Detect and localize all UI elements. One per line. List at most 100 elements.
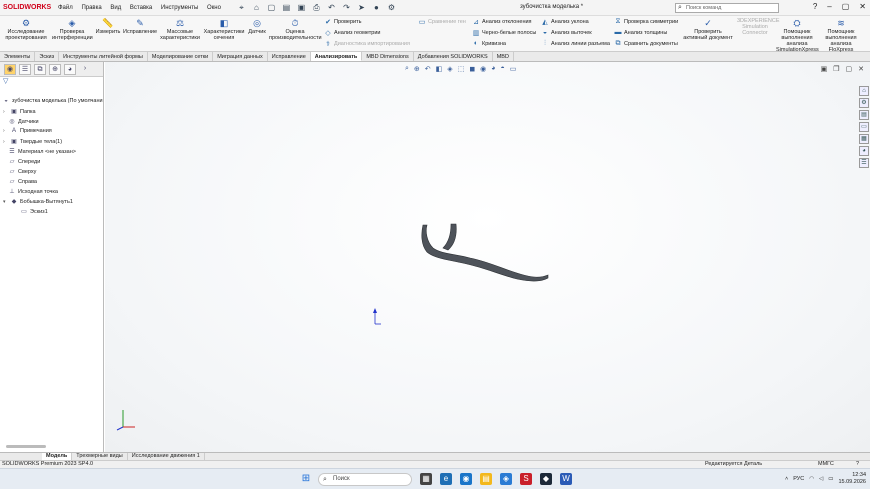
maximize-icon[interactable]: ▢ xyxy=(842,2,850,11)
lang-indicator[interactable]: РУС xyxy=(793,476,804,482)
dimxpert-tab-icon[interactable]: ⊕ xyxy=(49,63,61,75)
feature-tree-tab-icon[interactable]: ◉ xyxy=(4,63,16,75)
tab-mbd[interactable]: MBD xyxy=(493,52,514,61)
repair-button[interactable]: ✎ Исправление xyxy=(123,18,157,35)
tree-root[interactable]: ◒ зубочистка моделька (По умолчани xyxy=(2,98,102,104)
wifi-icon[interactable]: ◠ xyxy=(809,476,814,482)
menu-tools[interactable]: Инструменты xyxy=(161,5,198,11)
expand-arrow-icon[interactable]: › xyxy=(3,109,8,115)
menu-view[interactable]: Вид xyxy=(110,5,121,11)
tab-features[interactable]: Элементы xyxy=(0,52,36,61)
tree-item-material[interactable]: ☰ Материал <не указан> xyxy=(8,148,76,156)
print-icon[interactable]: ⎙ xyxy=(311,3,322,13)
menu-insert[interactable]: Вставка xyxy=(130,5,152,11)
tab-evaluate[interactable]: Анализировать xyxy=(310,52,363,61)
tab-3d-views[interactable]: Трехмерные виды xyxy=(72,453,128,460)
custom-properties-icon[interactable]: ☰ xyxy=(859,158,869,168)
parting-line-button[interactable]: ⫶ Анализ линии разъема xyxy=(541,40,610,48)
close-icon[interactable]: ✕ xyxy=(859,2,866,11)
solidworks-taskbar-icon[interactable]: S xyxy=(520,473,532,485)
curvature-button[interactable]: ◐ Кривизна xyxy=(472,40,506,47)
units-status[interactable]: ММГС xyxy=(818,461,834,468)
new-file-icon[interactable]: ▢ xyxy=(266,3,277,13)
save-icon[interactable]: ▣ xyxy=(296,3,307,13)
measure-button[interactable]: 📏 Измерить xyxy=(95,18,121,35)
floxpress-button[interactable]: ≋ Помощник выполнения анализа FloXpress xyxy=(820,18,862,53)
sensor-button[interactable]: ◎ Датчик xyxy=(246,18,268,35)
graphics-area[interactable]: ⌕ ⊕ ↶ ◧ ◈ ⬚ ◼ ◉ ◕ ◓ ▭ ▣ ❐ ▢ ✕ xyxy=(105,62,870,452)
tree-item-origin[interactable]: ⊥ Исходная точка xyxy=(8,188,58,196)
simulationxpress-button[interactable]: ⛭ Помощник выполнения анализа Simulation… xyxy=(776,18,819,53)
app-icon[interactable]: ◆ xyxy=(540,473,552,485)
tree-item-right-plane[interactable]: ▱ Справа xyxy=(8,178,37,186)
command-search[interactable]: ⌕ Поиск команд xyxy=(675,3,779,13)
browser-icon[interactable]: ◉ xyxy=(460,473,472,485)
check-active-document-button[interactable]: ✓ Проверить активный документ xyxy=(682,18,734,41)
store-icon[interactable]: ◈ xyxy=(500,473,512,485)
home-icon[interactable]: ⌂ xyxy=(251,3,262,13)
tree-item-front-plane[interactable]: ▱ Спереди xyxy=(8,158,41,166)
tree-item-sensors[interactable]: ◎ Датчики xyxy=(8,118,38,126)
tree-item-annotations[interactable]: › A Примечания xyxy=(3,128,52,134)
compare-geometry-button[interactable]: ▭ Сравнение ген xyxy=(418,18,466,26)
tree-item-folder[interactable]: › ▣ Папка xyxy=(3,108,36,116)
check-button[interactable]: ✔ Проверить xyxy=(324,18,361,26)
help-icon[interactable]: ? xyxy=(813,2,817,11)
expand-arrow-icon[interactable]: › xyxy=(3,139,8,145)
design-library-icon[interactable]: ▤ xyxy=(859,110,869,120)
chevron-up-icon[interactable]: ˄ xyxy=(785,476,788,482)
resources-icon[interactable]: ⚙ xyxy=(859,98,869,108)
help-icon[interactable]: ? xyxy=(856,461,859,468)
view-palette-icon[interactable]: ▦ xyxy=(859,134,869,144)
select-icon[interactable]: ➤ xyxy=(356,3,367,13)
draft-analysis-button[interactable]: ◭ Анализ уклона xyxy=(541,18,588,26)
performance-button[interactable]: ⏱ Оценка производительности xyxy=(269,18,322,41)
taskbar-search[interactable]: ⌕ Поиск xyxy=(318,473,412,486)
tab-sketch[interactable]: Эскиз xyxy=(35,52,60,61)
menu-edit[interactable]: Правка xyxy=(81,5,101,11)
file-explorer-icon[interactable]: ▤ xyxy=(480,473,492,485)
simulation-connector-button[interactable]: 3DEXPERIENCE Simulation Connector xyxy=(737,18,780,36)
display-manager-tab-icon[interactable]: ◕ xyxy=(64,63,76,75)
expand-arrow-icon[interactable]: › xyxy=(3,128,8,134)
import-diagnostics-button[interactable]: ⚕ Диагностика импортирования xyxy=(324,40,410,48)
rebuild-icon[interactable]: ● xyxy=(371,3,382,13)
tree-item-top-plane[interactable]: ▱ Сверху xyxy=(8,168,37,176)
home-icon[interactable]: ⌂ xyxy=(859,86,869,96)
configuration-tab-icon[interactable]: ⧉ xyxy=(34,63,46,75)
panel-scrollbar[interactable] xyxy=(6,445,46,448)
property-manager-tab-icon[interactable]: ☰ xyxy=(19,63,31,75)
minimize-icon[interactable]: – xyxy=(827,2,831,11)
compare-documents-button[interactable]: ⧉ Сравнить документы xyxy=(614,40,678,48)
symmetry-check-button[interactable]: ⧖ Проверка симметрии xyxy=(614,18,679,26)
tab-mbd-dimensions[interactable]: MBD Dimensions xyxy=(362,52,414,61)
collapse-arrow-icon[interactable]: ▾ xyxy=(3,199,8,205)
section-properties-button[interactable]: ◧ Характеристики сечения xyxy=(203,18,245,41)
word-icon[interactable]: W xyxy=(560,473,572,485)
tab-model[interactable]: Модель xyxy=(42,453,73,460)
appearances-icon[interactable]: ◕ xyxy=(859,146,869,156)
menu-window[interactable]: Окно xyxy=(207,5,221,11)
open-file-icon[interactable]: ▤ xyxy=(281,3,292,13)
menu-file[interactable]: Файл xyxy=(58,5,73,11)
task-view-icon[interactable]: ▦ xyxy=(420,473,432,485)
options-icon[interactable]: ⚙ xyxy=(386,3,397,13)
tab-solidworks-addins[interactable]: Добавления SOLIDWORKS xyxy=(414,52,493,61)
file-explorer-icon[interactable]: ▭ xyxy=(859,122,869,132)
tab-mold-tools[interactable]: Инструменты литейной формы xyxy=(59,52,148,61)
mass-properties-button[interactable]: ⚖ Массовые характеристики xyxy=(160,18,200,41)
interference-button[interactable]: ◈ Проверка интерференции xyxy=(52,18,93,41)
tree-item-solid-bodies[interactable]: › ▣ Твердые тела(1) xyxy=(3,138,62,146)
tab-data-migration[interactable]: Миграция данных xyxy=(213,52,268,61)
design-study-button[interactable]: ⚙ Исследование проектирования xyxy=(4,18,48,41)
thickness-analysis-button[interactable]: ▬ Анализ толщины xyxy=(614,29,668,36)
tab-mesh-modeling[interactable]: Моделирование сетки xyxy=(148,52,214,61)
pin-icon[interactable]: ⌖ xyxy=(236,3,247,13)
redo-icon[interactable]: ↷ xyxy=(341,3,352,13)
undo-icon[interactable]: ↶ xyxy=(326,3,337,13)
chevron-right-icon[interactable]: › xyxy=(79,64,91,75)
tab-repair[interactable]: Исправление xyxy=(268,52,311,61)
undercut-analysis-button[interactable]: ◒ Анализ выточек xyxy=(541,29,592,36)
geometry-analysis-button[interactable]: ◇ Анализ геометрии xyxy=(324,29,380,37)
tab-motion-study[interactable]: Исследование движения 1 xyxy=(128,453,205,460)
